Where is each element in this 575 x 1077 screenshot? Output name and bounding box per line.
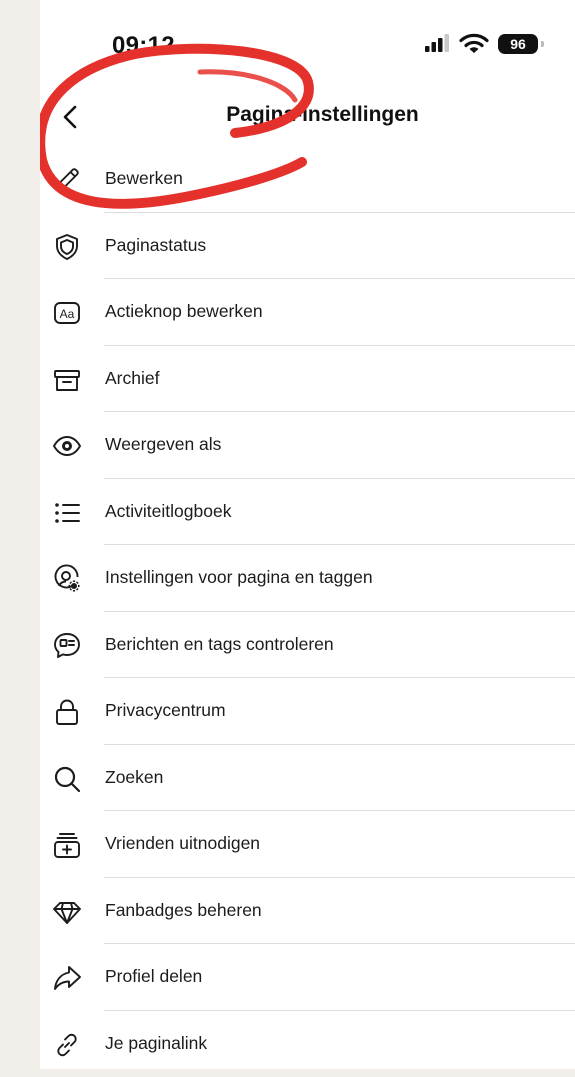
menu-item-label: Privacycentrum [105,700,226,721]
user-gear-icon [52,564,82,594]
menu-item-activiteitlogboek[interactable]: Activiteitlogboek [40,479,575,546]
list-icon [52,498,82,528]
share-icon [52,963,82,993]
menu-item-label: Vrienden uitnodigen [105,833,260,854]
lock-icon [52,697,82,727]
menu-item-instellingen-pagina-taggen[interactable]: Instellingen voor pagina en taggen [40,545,575,612]
signal-icon [425,33,451,53]
text-box-icon: Aa [52,298,82,328]
menu-item-fanbadges-beheren[interactable]: Fanbadges beheren [40,878,575,945]
diamond-icon [52,897,82,927]
status-bar: 09:12 96 [40,0,575,90]
menu-item-label: Instellingen voor pagina en taggen [105,567,373,588]
archive-box-icon [52,365,82,395]
menu-item-vrienden-uitnodigen[interactable]: Vrienden uitnodigen [40,811,575,878]
menu-item-label: Profiel delen [105,966,202,987]
phone-screen: 09:12 96 Pagina-instellingen [40,0,575,1069]
svg-text:Aa: Aa [60,307,75,321]
menu-item-label: Zoeken [105,767,163,788]
menu-item-archief[interactable]: Archief [40,346,575,413]
menu-item-je-paginalink[interactable]: Je paginalink [40,1011,575,1077]
menu-item-label: Activiteitlogboek [105,501,231,522]
page-title: Pagina-instellingen [40,103,575,127]
shield-icon [52,232,82,262]
menu-item-berichten-tags-controleren[interactable]: Berichten en tags controleren [40,612,575,679]
menu-item-zoeken[interactable]: Zoeken [40,745,575,812]
menu-item-bewerken[interactable]: Bewerken [40,146,575,213]
menu-item-actieknop-bewerken[interactable]: Aa Actieknop bewerken [40,279,575,346]
invite-icon [52,830,82,860]
link-icon [52,1030,82,1060]
wifi-icon [459,33,489,55]
menu-item-profiel-delen[interactable]: Profiel delen [40,944,575,1011]
battery-icon: 96 [498,34,538,54]
menu-item-label: Je paginalink [105,1033,207,1054]
message-review-icon [52,631,82,661]
battery-nub [541,41,544,47]
status-time: 09:12 [112,32,175,60]
settings-menu: Bewerken Paginastatus Aa Actieknop bewer… [40,146,575,1077]
menu-item-paginastatus[interactable]: Paginastatus [40,213,575,280]
menu-item-label: Actieknop bewerken [105,301,263,322]
menu-item-label: Bewerken [105,168,183,189]
menu-item-weergeven-als[interactable]: Weergeven als [40,412,575,479]
menu-item-label: Paginastatus [105,235,206,256]
menu-item-privacycentrum[interactable]: Privacycentrum [40,678,575,745]
menu-item-label: Weergeven als [105,434,221,455]
eye-icon [52,431,82,461]
menu-item-label: Berichten en tags controleren [105,634,334,655]
menu-item-label: Fanbadges beheren [105,900,262,921]
menu-item-label: Archief [105,368,159,389]
search-icon [52,764,82,794]
header: Pagina-instellingen [40,90,575,144]
pencil-icon [52,165,82,195]
